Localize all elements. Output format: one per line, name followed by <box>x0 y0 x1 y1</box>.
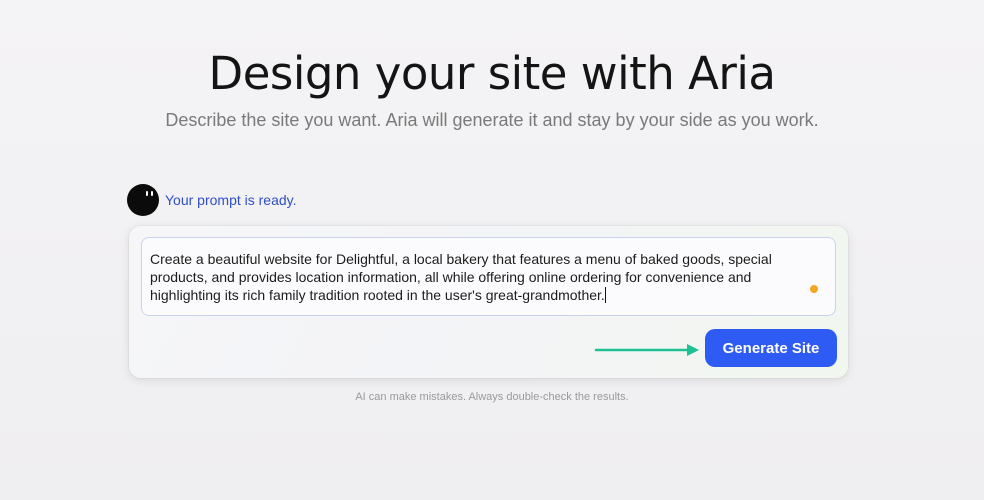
generate-site-button[interactable]: Generate Site <box>705 329 837 367</box>
page-subtitle: Describe the site you want. Aria will ge… <box>165 110 819 130</box>
ai-disclaimer: AI can make mistakes. Always double-chec… <box>355 391 629 403</box>
arrow-right-icon <box>594 344 699 356</box>
text-caret <box>604 287 606 303</box>
prompt-textarea[interactable]: Create a beautiful website for Delightfu… <box>141 237 836 316</box>
avatar-right-eye <box>151 191 153 196</box>
avatar-left-eye <box>146 191 148 196</box>
assistant-status-row: Your prompt is ready. <box>127 184 297 216</box>
recording-dot-icon <box>810 285 818 293</box>
page: Design your site with Aria Describe the … <box>0 0 984 500</box>
page-title: Design your site with Aria <box>208 47 776 100</box>
prompt-text: Create a beautiful website for Delightfu… <box>150 251 776 303</box>
aria-avatar-icon <box>127 184 159 216</box>
assistant-status-text: Your prompt is ready. <box>165 192 297 208</box>
prompt-card: Create a beautiful website for Delightfu… <box>129 226 848 378</box>
